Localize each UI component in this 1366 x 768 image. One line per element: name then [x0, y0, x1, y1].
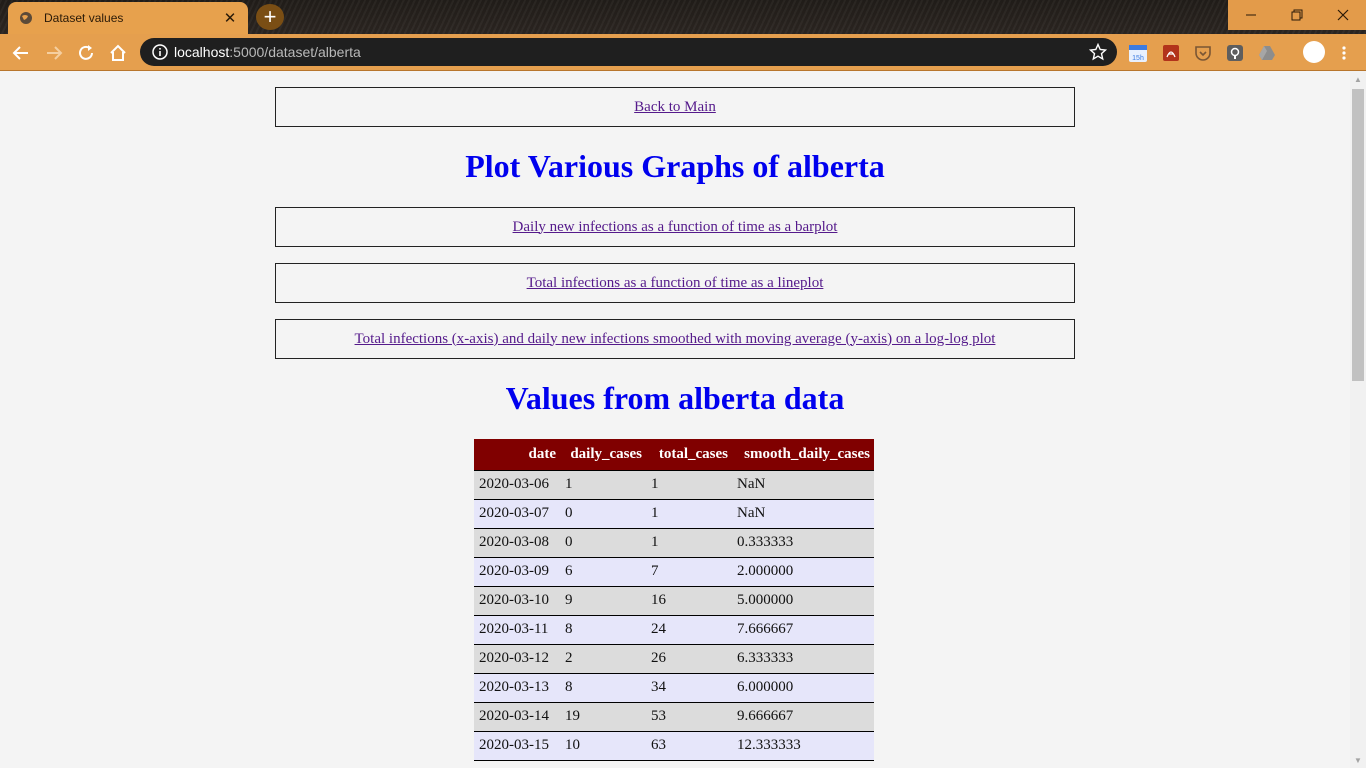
table-cell: 0.333333: [732, 528, 874, 558]
profile-icon[interactable]: [1303, 41, 1325, 63]
browser-toolbar: localhost:5000/dataset/alberta 15h: [0, 34, 1366, 71]
pocket-icon[interactable]: [1193, 43, 1213, 63]
pdf-icon[interactable]: [1161, 43, 1181, 63]
table-cell: 6: [560, 557, 646, 587]
scrollbar-thumb[interactable]: [1352, 89, 1364, 381]
table-cell: 2020-03-10: [474, 586, 560, 616]
table-cell: 8: [560, 673, 646, 703]
scroll-up-icon[interactable]: ▲: [1350, 71, 1366, 87]
calendar-icon[interactable]: 15h: [1128, 43, 1148, 63]
browser-tab[interactable]: Dataset values ✕: [8, 2, 248, 34]
table-cell: 53: [646, 702, 732, 732]
url-host: localhost: [174, 44, 230, 60]
back-to-main-link[interactable]: Back to Main: [634, 99, 716, 116]
scroll-down-icon[interactable]: ▼: [1350, 752, 1366, 768]
table-cell: 0: [560, 499, 646, 529]
table-cell: NaN: [732, 470, 874, 500]
table-cell: 1: [560, 470, 646, 500]
table-cell: NaN: [732, 499, 874, 529]
table-cell: 2020-03-15: [474, 731, 560, 761]
plot-link-box: Total infections as a function of time a…: [275, 263, 1075, 303]
star-icon[interactable]: [1089, 43, 1107, 61]
address-bar[interactable]: localhost:5000/dataset/alberta: [140, 38, 1117, 66]
table-cell: 9.666667: [732, 702, 874, 732]
table-cell: 26: [646, 644, 732, 674]
table-row: 2020-03-14 19 53 9.666667: [474, 702, 874, 732]
table-cell: 63: [646, 731, 732, 761]
table-cell: 2020-03-08: [474, 528, 560, 558]
table-cell: 1: [646, 528, 732, 558]
table-cell: 2020-03-09: [474, 557, 560, 587]
window-close-button[interactable]: [1320, 0, 1366, 30]
table-cell: 2: [560, 644, 646, 674]
table-cell: 2.000000: [732, 557, 874, 587]
table-cell: 2020-03-12: [474, 644, 560, 674]
table-row: 2020-03-10 9 16 5.000000: [474, 586, 874, 616]
table-header-row: date daily_cases total_cases smooth_dail…: [474, 439, 874, 471]
table-cell: 16: [646, 586, 732, 616]
globe-icon: [18, 10, 34, 26]
table-cell: 1: [646, 499, 732, 529]
table-cell: 12.333333: [732, 731, 874, 761]
table-cell: 6.000000: [732, 673, 874, 703]
table-cell: 10: [560, 731, 646, 761]
table-cell: 7: [646, 557, 732, 587]
table-cell: 2020-03-14: [474, 702, 560, 732]
column-header: smooth_daily_cases: [732, 439, 874, 471]
table-cell: 2020-03-11: [474, 615, 560, 645]
loglog-plot-link[interactable]: Total infections (x-axis) and daily new …: [355, 331, 996, 348]
table-row: 2020-03-15 10 63 12.333333: [474, 731, 874, 761]
minimize-button[interactable]: [1228, 0, 1274, 30]
menu-icon[interactable]: [1334, 43, 1354, 63]
drive-icon[interactable]: [1257, 43, 1277, 63]
table-row: 2020-03-07 0 1 NaN: [474, 499, 874, 529]
table-row: 2020-03-11 8 24 7.666667: [474, 615, 874, 645]
table-row: 2020-03-09 6 7 2.000000: [474, 557, 874, 587]
table-row: 2020-03-08 0 1 0.333333: [474, 528, 874, 558]
reload-icon[interactable]: [73, 40, 99, 66]
table-cell: 8: [560, 615, 646, 645]
back-icon[interactable]: [8, 40, 34, 66]
column-header: total_cases: [646, 439, 732, 471]
info-icon[interactable]: [152, 44, 168, 60]
restore-button[interactable]: [1274, 0, 1320, 30]
lineplot-link[interactable]: Total infections as a function of time a…: [527, 275, 824, 292]
table-cell: 6.333333: [732, 644, 874, 674]
table-cell: 2020-03-07: [474, 499, 560, 529]
table-cell: 34: [646, 673, 732, 703]
plot-link-box: Total infections (x-axis) and daily new …: [275, 319, 1075, 359]
tab-title: Dataset values: [44, 11, 124, 25]
table-row: 2020-03-06 1 1 NaN: [474, 470, 874, 500]
table-cell: 9: [560, 586, 646, 616]
home-icon[interactable]: [105, 40, 131, 66]
vertical-scrollbar[interactable]: ▲ ▼: [1350, 71, 1366, 768]
browser-titlebar: Dataset values ✕ +: [0, 0, 1366, 34]
table-cell: 1: [646, 470, 732, 500]
ext-badge: 15h: [1132, 55, 1144, 62]
column-header: daily_cases: [560, 439, 646, 471]
plus-icon[interactable]: +: [256, 4, 284, 30]
plot-link-box: Daily new infections as a function of ti…: [275, 207, 1075, 247]
table-cell: 2020-03-06: [474, 470, 560, 500]
forward-icon[interactable]: [41, 40, 67, 66]
plot-heading: Plot Various Graphs of alberta: [465, 148, 885, 184]
lens-icon[interactable]: [1225, 43, 1245, 63]
url-path: :5000/dataset/alberta: [229, 44, 361, 60]
table-cell: 7.666667: [732, 615, 874, 645]
table-row: 2020-03-12 2 26 6.333333: [474, 644, 874, 674]
table-cell: 0: [560, 528, 646, 558]
values-table: date daily_cases total_cases smooth_dail…: [474, 439, 874, 761]
table-cell: 5.000000: [732, 586, 874, 616]
back-link-box: Back to Main: [275, 87, 1075, 127]
close-icon[interactable]: ✕: [222, 10, 238, 27]
table-cell: 19: [560, 702, 646, 732]
values-heading: Values from alberta data: [505, 380, 845, 416]
barplot-link[interactable]: Daily new infections as a function of ti…: [513, 219, 838, 236]
column-header: date: [474, 439, 560, 471]
table-body: 2020-03-06 1 1 NaN 2020-03-07 0 1 NaN 2020-03-08…: [474, 470, 874, 761]
table-cell: 2020-03-13: [474, 673, 560, 703]
table-row: 2020-03-13 8 34 6.000000: [474, 673, 874, 703]
table-cell: 24: [646, 615, 732, 645]
